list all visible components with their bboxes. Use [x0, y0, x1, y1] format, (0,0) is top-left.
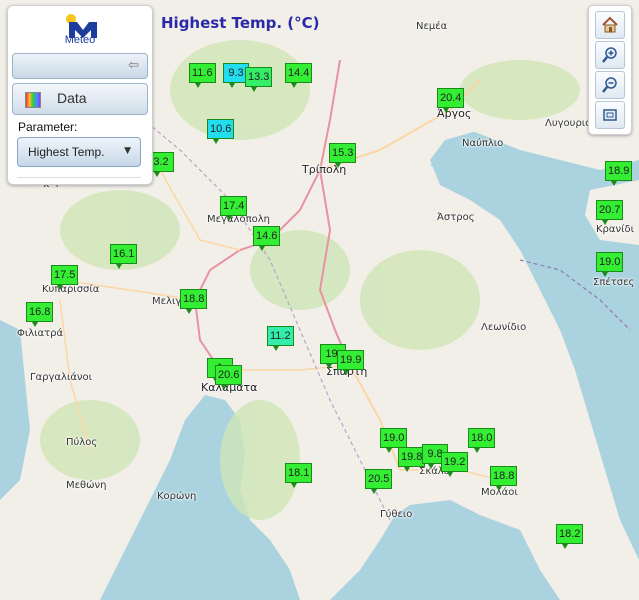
control-panel: Meteo ⇦ Data Parameter: Highest Temp. ▼: [7, 5, 153, 185]
station-marker[interactable]: 20.7: [596, 200, 624, 225]
station-marker[interactable]: 11.2: [267, 326, 294, 351]
station-marker[interactable]: 19.0: [596, 252, 624, 277]
station-marker[interactable]: 16.1: [110, 244, 138, 269]
place-label: Κρανίδι: [596, 224, 634, 235]
map-title: Highest Temp. (°C): [161, 14, 320, 32]
station-marker[interactable]: 11.6: [189, 63, 216, 88]
station-marker[interactable]: 14.4: [285, 63, 313, 88]
station-marker[interactable]: 18.8: [180, 289, 208, 314]
home-icon: [602, 16, 618, 33]
fullscreen-icon: [603, 109, 617, 121]
place-label: Κορώνη: [157, 491, 197, 502]
place-label: Γύθειο: [380, 509, 413, 520]
opacity-slider[interactable]: ⇦: [12, 53, 148, 79]
arrow-left-icon[interactable]: ⇦: [128, 58, 139, 73]
place-label: Λεωνίδιο: [481, 322, 527, 333]
temperature-map[interactable]: Νεμέα Άργος Ναύπλιο Λυγουριό Τρίπολη Άστρος Κρ…: [0, 0, 639, 600]
station-marker[interactable]: 18.8: [490, 466, 518, 491]
station-marker[interactable]: 20.4: [437, 88, 465, 113]
station-marker[interactable]: 20.5: [365, 469, 393, 494]
chevron-down-icon: ▼: [124, 146, 131, 156]
map-toolbar: [588, 5, 632, 135]
station-marker[interactable]: 18.1: [285, 463, 313, 488]
place-label: Λυγουριό: [545, 118, 592, 129]
data-button-label: Data: [57, 90, 87, 106]
home-button[interactable]: [595, 11, 625, 39]
zoom-out-icon: [602, 77, 617, 93]
station-marker[interactable]: 13.3: [245, 67, 273, 92]
zoom-in-button[interactable]: [595, 41, 625, 69]
place-label: Πύλος: [66, 437, 98, 448]
station-marker[interactable]: 18.9: [605, 161, 633, 186]
station-marker[interactable]: 19.9: [337, 350, 365, 375]
color-scale-icon: [25, 92, 41, 108]
zoom-out-button[interactable]: [595, 71, 625, 99]
station-marker[interactable]: 18.0: [468, 428, 496, 453]
zoom-in-icon: [602, 47, 617, 63]
panel-divider: [17, 177, 141, 178]
place-label: Γαργαλιάνοι: [30, 372, 93, 383]
place-label: Κυπαρισσία: [42, 284, 100, 295]
station-marker[interactable]: 14.6: [253, 226, 281, 251]
station-marker[interactable]: 15.3: [329, 143, 357, 168]
station-marker[interactable]: 10.6: [207, 119, 235, 144]
parameter-value: Highest Temp.: [28, 145, 105, 159]
data-button[interactable]: Data: [12, 83, 148, 115]
station-marker[interactable]: 19.2: [441, 452, 469, 477]
place-label: Ναύπλιο: [462, 138, 504, 149]
station-marker[interactable]: 19.0: [380, 428, 408, 453]
fullscreen-button[interactable]: [595, 101, 625, 129]
place-label: Σπέτσες: [593, 277, 635, 288]
brand-name: Meteo: [64, 34, 96, 46]
parameter-select[interactable]: Highest Temp. ▼: [17, 137, 141, 167]
station-marker[interactable]: 17.5: [51, 265, 79, 290]
station-marker[interactable]: 17.4: [220, 196, 248, 221]
place-label: Φιλιατρά: [17, 328, 64, 339]
station-marker[interactable]: 18.2: [556, 524, 584, 549]
place-label: Μεθώνη: [66, 480, 107, 491]
place-label: Νεμέα: [416, 21, 448, 32]
parameter-label: Parameter:: [18, 120, 78, 134]
station-marker[interactable]: 16.8: [26, 302, 54, 327]
place-label: Άστρος: [437, 212, 475, 223]
station-marker[interactable]: 20.6: [215, 365, 243, 390]
